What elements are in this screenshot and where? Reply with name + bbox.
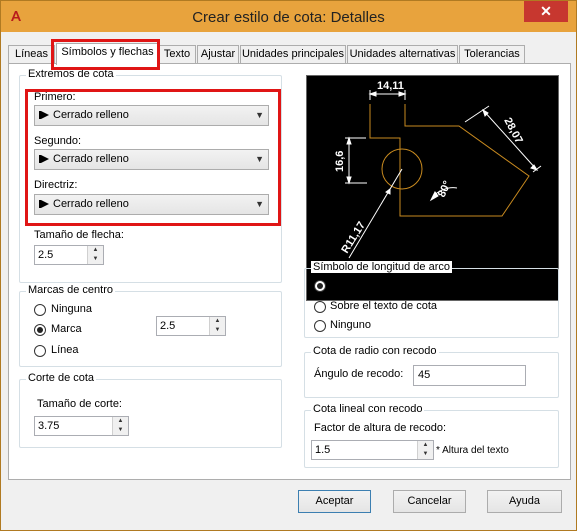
preview-dim-left: 16,6 bbox=[334, 151, 346, 172]
center-mark-mark-label: Marca bbox=[51, 323, 82, 335]
tab-tolerancias[interactable]: Tolerancias bbox=[459, 45, 525, 63]
tab-panel: Extremos de cota Primero: Cerrado rellen… bbox=[8, 63, 571, 480]
arc-above-label: Sobre el texto de cota bbox=[330, 300, 438, 312]
preview-dim-angle: 80° bbox=[436, 179, 454, 199]
arrowheads-highlight-box bbox=[25, 89, 281, 226]
group-title: Corte de cota bbox=[26, 372, 97, 384]
arc-none-label: Ninguno bbox=[330, 319, 371, 331]
arc-above-radio[interactable] bbox=[314, 301, 326, 313]
group-title: Cota de radio con recodo bbox=[311, 345, 439, 357]
spin-down-icon[interactable]: ▼ bbox=[210, 326, 225, 335]
tab-ajustar[interactable]: Ajustar bbox=[197, 45, 239, 63]
spinner-buttons: ▲ ▼ bbox=[112, 417, 128, 435]
tab-unidades-principales[interactable]: Unidades principales bbox=[240, 45, 346, 63]
spinner-buttons: ▲ ▼ bbox=[417, 441, 433, 459]
tab-texto[interactable]: Texto bbox=[158, 45, 196, 63]
jog-angle-value: 45 bbox=[418, 369, 431, 381]
arrow-size-label: Tamaño de flecha: bbox=[34, 229, 124, 241]
close-button[interactable]: ✕ bbox=[524, 1, 568, 22]
center-mark-line-radio[interactable] bbox=[34, 345, 46, 357]
jog-factor-suffix: * Altura del texto bbox=[436, 445, 509, 456]
center-mark-line-label: Línea bbox=[51, 344, 79, 356]
center-mark-none-label: Ninguna bbox=[51, 303, 92, 315]
spin-down-icon[interactable]: ▼ bbox=[88, 255, 103, 264]
center-mark-none-radio[interactable] bbox=[34, 304, 46, 316]
window-title: Crear estilo de cota: Detalles bbox=[192, 9, 385, 26]
arc-before-label: Delante del texto de cota bbox=[330, 279, 452, 291]
arrow-size-value: 2.5 bbox=[38, 249, 54, 261]
spinner-buttons: ▲ ▼ bbox=[209, 317, 225, 335]
tab-unidades-alternativas[interactable]: Unidades alternativas bbox=[347, 45, 458, 63]
spinner-buttons: ▲ ▼ bbox=[87, 246, 103, 264]
center-mark-size-value: 2.5 bbox=[160, 320, 176, 332]
help-button[interactable]: Ayuda bbox=[487, 490, 562, 513]
spin-down-icon[interactable]: ▼ bbox=[113, 426, 128, 435]
accept-button[interactable]: Aceptar bbox=[298, 490, 371, 513]
dimension-break-group: Corte de cota bbox=[19, 372, 282, 448]
spin-down-icon[interactable]: ▼ bbox=[418, 450, 433, 459]
tab-highlight-box bbox=[51, 39, 160, 70]
arc-before-radio[interactable] bbox=[314, 280, 326, 292]
center-mark-size-spinner[interactable]: 2.5 ▲ ▼ bbox=[156, 316, 226, 336]
arrow-size-spinner[interactable]: 2.5 ▲ ▼ bbox=[34, 245, 104, 265]
group-title: Cota lineal con recodo bbox=[311, 403, 425, 415]
dialog-window: Crear estilo de cota: Detalles ✕ Líneas … bbox=[0, 0, 577, 531]
jog-angle-label: Ángulo de recodo: bbox=[314, 368, 404, 380]
group-title: Símbolo de longitud de arco bbox=[311, 261, 452, 273]
break-size-label: Tamaño de corte: bbox=[37, 398, 122, 410]
break-size-spinner[interactable]: 3.75 ▲ ▼ bbox=[34, 416, 129, 436]
arc-none-radio[interactable] bbox=[314, 320, 326, 332]
jog-factor-value: 1.5 bbox=[315, 444, 331, 456]
title-bar: Crear estilo de cota: Detalles ✕ bbox=[1, 1, 576, 32]
break-size-value: 3.75 bbox=[38, 420, 60, 432]
preview-dim-right: 28,07 bbox=[501, 116, 525, 146]
jog-angle-input[interactable]: 45 bbox=[413, 365, 526, 386]
cancel-button[interactable]: Cancelar bbox=[393, 490, 466, 513]
jog-factor-spinner[interactable]: 1.5 ▲ ▼ bbox=[311, 440, 434, 460]
tab-lineas[interactable]: Líneas bbox=[8, 45, 55, 63]
group-title: Marcas de centro bbox=[26, 284, 115, 296]
center-mark-mark-radio[interactable] bbox=[34, 324, 46, 336]
jog-factor-label: Factor de altura de recodo: bbox=[314, 422, 447, 434]
preview-dim-top: 14,11 bbox=[377, 80, 404, 92]
